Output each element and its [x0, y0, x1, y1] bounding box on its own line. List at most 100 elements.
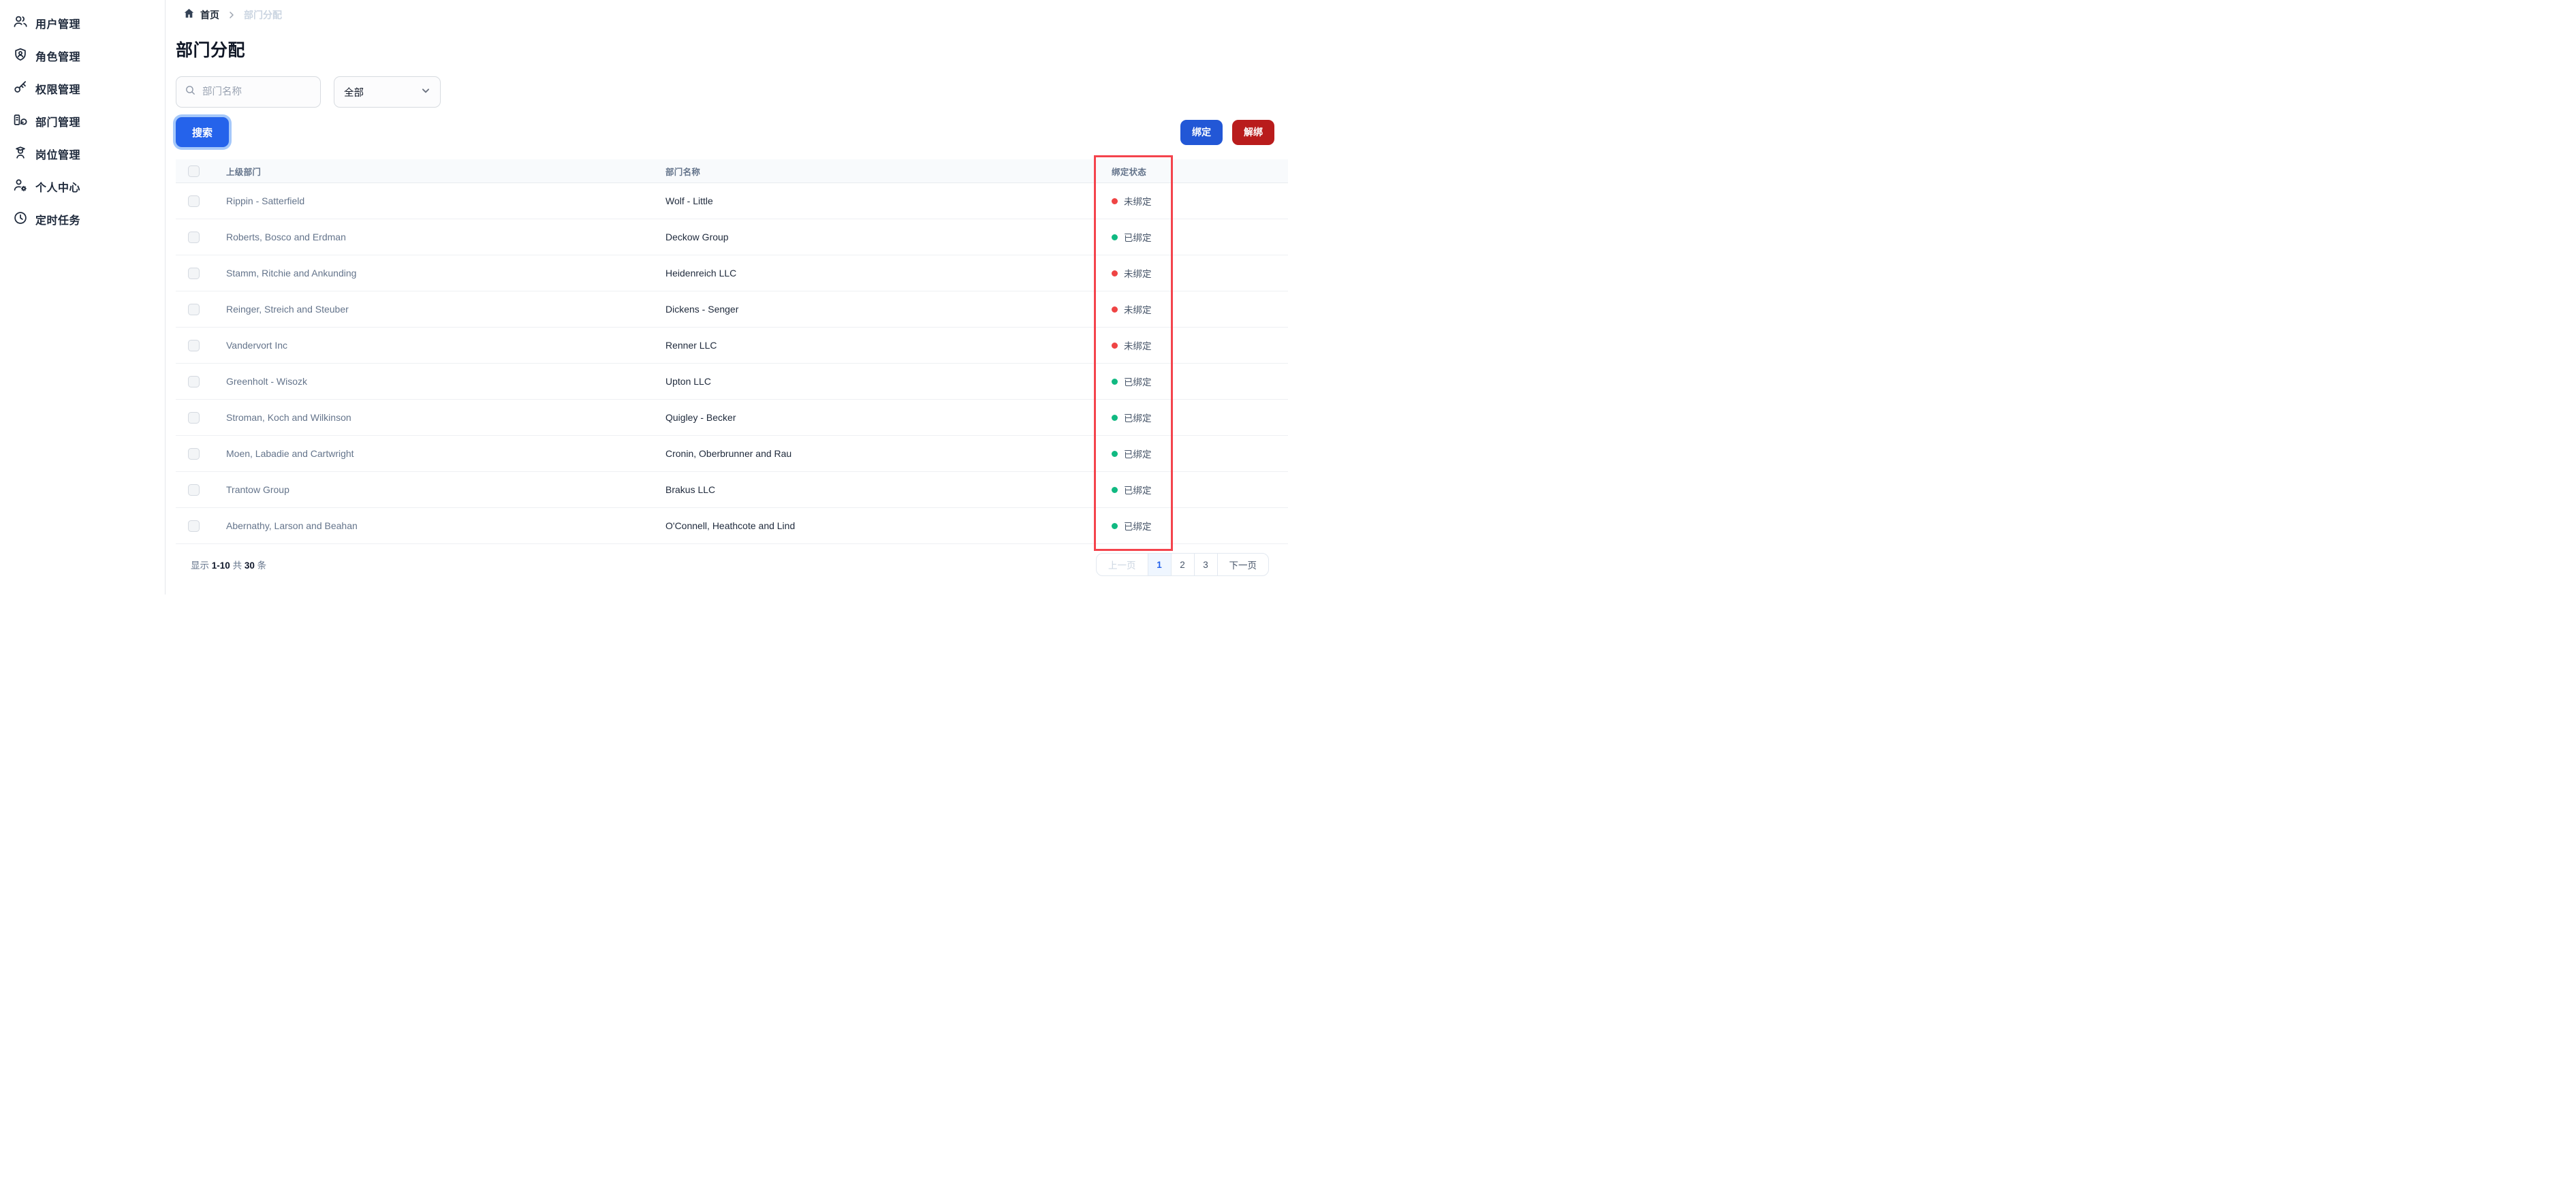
cell-parent: Greenholt - Wisozk: [226, 376, 308, 387]
cell-status: 未绑定: [1112, 338, 1288, 352]
row-checkbox[interactable]: [188, 520, 200, 532]
status-label: 已绑定: [1124, 413, 1152, 424]
table-row[interactable]: Rippin - Satterfield Wolf - Little 未绑定: [176, 183, 1288, 219]
cell-status: 已绑定: [1112, 375, 1288, 388]
search-input[interactable]: [202, 86, 304, 97]
status-dot: [1112, 197, 1118, 204]
role-shield-icon: [13, 47, 28, 65]
table-row[interactable]: Abernathy, Larson and Beahan O'Connell, …: [176, 508, 1288, 544]
breadcrumb-home[interactable]: 首页: [200, 8, 219, 22]
key-icon: [13, 80, 28, 98]
table-row[interactable]: Moen, Labadie and Cartwright Cronin, Obe…: [176, 436, 1288, 472]
column-header-name: 部门名称: [665, 167, 701, 177]
sidebar-item-label: 岗位管理: [35, 150, 81, 161]
status-dot: [1112, 270, 1118, 276]
table-body: Rippin - Satterfield Wolf - Little 未绑定 R…: [176, 183, 1288, 544]
pagination-page-3[interactable]: 3: [1193, 554, 1217, 575]
row-checkbox[interactable]: [188, 339, 200, 351]
sidebar-item-permissions[interactable]: 权限管理: [0, 72, 165, 105]
cell-parent: Trantow Group: [226, 484, 289, 495]
search-icon: [185, 84, 196, 99]
table-row[interactable]: Stroman, Koch and Wilkinson Quigley - Be…: [176, 400, 1288, 436]
table-row[interactable]: Roberts, Bosco and Erdman Deckow Group 已…: [176, 219, 1288, 255]
cell-parent: Abernathy, Larson and Beahan: [226, 520, 358, 531]
chevron-right-icon: [227, 11, 236, 19]
search-button[interactable]: 搜索: [176, 117, 230, 147]
chevron-down-icon: [421, 86, 430, 99]
pagination-prev[interactable]: 上一页: [1097, 554, 1148, 575]
status-dot: [1112, 306, 1118, 313]
pagination-page-1[interactable]: 1: [1147, 554, 1171, 575]
status-filter-select[interactable]: 全部: [334, 76, 441, 108]
page-title: 部门分配: [176, 41, 246, 60]
cell-name: Wolf - Little: [665, 195, 713, 206]
status-label: 已绑定: [1124, 522, 1152, 532]
row-checkbox[interactable]: [188, 267, 200, 279]
cell-name: Quigley - Becker: [665, 412, 736, 423]
action-row: 搜索 绑定 解绑: [176, 117, 1288, 147]
bind-button[interactable]: 绑定: [1180, 119, 1223, 145]
table-row[interactable]: Greenholt - Wisozk Upton LLC 已绑定: [176, 364, 1288, 400]
results-summary: 显示 1-10 共 30 条: [191, 560, 267, 571]
row-checkbox[interactable]: [188, 483, 200, 496]
status-label: 已绑定: [1124, 377, 1152, 387]
row-checkbox[interactable]: [188, 195, 200, 207]
sidebar: 用户管理 角色管理 权限管理 部门管理 岗位管理 个人中心 定时任务: [0, 0, 166, 594]
pagination-page-2[interactable]: 2: [1170, 554, 1194, 575]
cell-status: 未绑定: [1112, 194, 1288, 208]
user-settings-icon: [13, 178, 28, 196]
cell-status: 已绑定: [1112, 483, 1288, 496]
status-label: 未绑定: [1124, 197, 1152, 207]
sidebar-item-label: 权限管理: [35, 84, 81, 96]
right-actions: 绑定 解绑: [1180, 119, 1274, 145]
status-dot: [1112, 522, 1118, 529]
table-row[interactable]: Vandervort Inc Renner LLC 未绑定: [176, 328, 1288, 364]
cell-parent: Stamm, Ritchie and Ankunding: [226, 268, 357, 279]
row-checkbox[interactable]: [188, 231, 200, 243]
row-checkbox[interactable]: [188, 303, 200, 315]
cell-name: Upton LLC: [665, 376, 711, 387]
sidebar-item-label: 部门管理: [35, 117, 81, 129]
table-row[interactable]: Reinger, Streich and Steuber Dickens - S…: [176, 291, 1288, 328]
users-icon: [13, 14, 28, 33]
status-label: 已绑定: [1124, 486, 1152, 496]
cell-status: 已绑定: [1112, 411, 1288, 424]
table-row[interactable]: Trantow Group Brakus LLC 已绑定: [176, 472, 1288, 508]
row-checkbox[interactable]: [188, 411, 200, 424]
select-all-checkbox[interactable]: [188, 165, 200, 177]
sidebar-item-profile[interactable]: 个人中心: [0, 170, 165, 203]
status-label: 未绑定: [1124, 305, 1152, 315]
sidebar-item-scheduled-tasks[interactable]: 定时任务: [0, 203, 165, 236]
pagination: 上一页 1 2 3 下一页: [1096, 553, 1269, 576]
sidebar-item-label: 用户管理: [35, 19, 81, 31]
cell-name: Renner LLC: [665, 340, 717, 351]
cell-status: 已绑定: [1112, 447, 1288, 460]
home-icon[interactable]: [183, 7, 195, 22]
sidebar-item-departments[interactable]: 部门管理: [0, 105, 165, 138]
cell-parent: Moen, Labadie and Cartwright: [226, 448, 354, 459]
cell-status: 未绑定: [1112, 266, 1288, 280]
row-checkbox[interactable]: [188, 375, 200, 387]
sidebar-item-positions[interactable]: 岗位管理: [0, 138, 165, 170]
row-checkbox[interactable]: [188, 447, 200, 460]
unbind-button[interactable]: 解绑: [1232, 119, 1274, 145]
breadcrumb: 首页 部门分配: [183, 8, 1288, 22]
status-label: 未绑定: [1124, 341, 1152, 351]
column-header-status: 绑定状态: [1112, 167, 1147, 177]
cell-name: Dickens - Senger: [665, 304, 739, 315]
cell-parent: Vandervort Inc: [226, 340, 288, 351]
cell-parent: Rippin - Satterfield: [226, 195, 305, 206]
clock-icon: [13, 210, 28, 229]
table-row[interactable]: Stamm, Ritchie and Ankunding Heidenreich…: [176, 255, 1288, 291]
column-header-parent: 上级部门: [226, 167, 262, 177]
sidebar-item-users[interactable]: 用户管理: [0, 7, 165, 39]
status-label: 已绑定: [1124, 233, 1152, 243]
main-content: 首页 部门分配 部门分配 全部 搜索 绑定 解绑 上级部门 部门名称 绑定状态 …: [166, 0, 1288, 594]
pagination-next[interactable]: 下一页: [1216, 554, 1269, 575]
status-dot: [1112, 378, 1118, 385]
cell-status: 已绑定: [1112, 230, 1288, 244]
select-value: 全部: [344, 87, 364, 99]
cell-status: 未绑定: [1112, 302, 1288, 316]
sidebar-item-label: 个人中心: [35, 183, 81, 194]
sidebar-item-roles[interactable]: 角色管理: [0, 39, 165, 72]
